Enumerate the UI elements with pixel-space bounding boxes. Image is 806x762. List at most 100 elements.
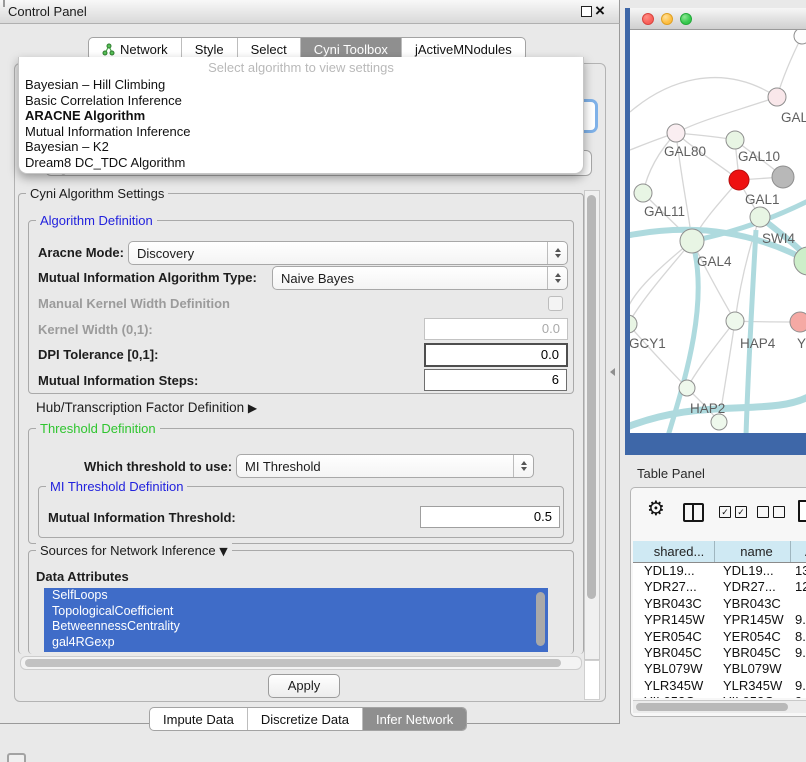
node-green-large[interactable]	[794, 247, 806, 275]
cell[interactable]: YLR345W	[715, 678, 791, 694]
settings-vscrollbar-thumb[interactable]	[587, 195, 596, 599]
cell[interactable]	[791, 661, 806, 677]
algorithm-option-selected[interactable]: ARACNE Algorithm	[19, 108, 583, 124]
cell[interactable]: 12	[791, 579, 806, 595]
table-row[interactable]: YLR345WYLR345W9.	[633, 678, 806, 694]
settings-hscrollbar[interactable]	[20, 656, 582, 670]
cell[interactable]: 9.	[791, 612, 806, 628]
sources-title[interactable]: Sources for Network Inference ▼	[36, 543, 232, 558]
network-canvas[interactable]: GAL GAL80 GAL10 GAL1 GAL11 SWI4 GAL4 GCY…	[630, 30, 806, 433]
dpi-tolerance-field[interactable]: 0.0	[424, 343, 568, 367]
hub-section-label[interactable]: Hub/Transcription Factor Definition ▶	[36, 400, 257, 415]
algorithm-option[interactable]: Basic Correlation Inference	[19, 93, 583, 109]
apply-button[interactable]: Apply	[268, 674, 340, 698]
node-partial-top[interactable]	[794, 30, 806, 44]
close-window-icon[interactable]	[642, 13, 654, 25]
cell[interactable]: YBR043C	[715, 596, 791, 612]
algorithm-option[interactable]: Dream8 DC_TDC Algorithm	[19, 155, 583, 171]
manual-kernel-checkbox[interactable]	[548, 296, 563, 311]
cell[interactable]: YPR145W	[633, 612, 715, 628]
attribute-item[interactable]: SelfLoops	[44, 588, 548, 604]
attribute-item[interactable]: BetweennessCentrality	[44, 619, 548, 635]
cell[interactable]: YER054C	[715, 629, 791, 645]
column-header-shared-name[interactable]: shared...	[633, 541, 715, 562]
file-icon[interactable]	[798, 500, 806, 522]
table-hscrollbar-thumb[interactable]	[636, 703, 788, 711]
cell[interactable]: YDR27...	[715, 579, 791, 595]
table-row[interactable]: YER054CYER054C8.	[633, 629, 806, 645]
node-gcy1[interactable]	[630, 315, 637, 333]
node-gal1[interactable]	[729, 170, 749, 190]
which-threshold-combo[interactable]: MI Threshold	[236, 454, 534, 478]
kernel-width-field[interactable]: 0.0	[424, 318, 568, 340]
settings-vscrollbar[interactable]	[584, 190, 600, 660]
table-row[interactable]: YBR043CYBR043C	[633, 596, 806, 612]
node-gal-partial[interactable]	[768, 88, 786, 106]
cell[interactable]: YIL052C	[633, 694, 715, 698]
mi-steps-field[interactable]: 6	[424, 369, 567, 391]
node-salmon[interactable]	[790, 312, 806, 332]
cell[interactable]: YPR145W	[715, 612, 791, 628]
gear-icon[interactable]: ⚙	[647, 496, 665, 520]
table-row[interactable]: YBL079WYBL079W	[633, 661, 806, 677]
cell[interactable]: YER054C	[633, 629, 715, 645]
cell[interactable]: YBR043C	[633, 596, 715, 612]
node-gal4[interactable]	[680, 229, 704, 253]
column-visibility-icon[interactable]	[683, 503, 704, 522]
data-attributes-list[interactable]: SelfLoops TopologicalCoefficient Between…	[44, 588, 548, 652]
cell[interactable]: 9	[791, 694, 806, 698]
zoom-window-icon[interactable]	[680, 13, 692, 25]
cell[interactable]: 13	[791, 563, 806, 579]
deselect-all-icon[interactable]	[773, 506, 785, 518]
table-hscrollbar[interactable]	[633, 700, 806, 713]
cell[interactable]	[791, 596, 806, 612]
network-graph[interactable]: GAL GAL80 GAL10 GAL1 GAL11 SWI4 GAL4 GCY…	[630, 30, 806, 433]
tab-impute-data[interactable]: Impute Data	[150, 708, 248, 730]
table-row[interactable]: YDR27...YDR27...12	[633, 579, 806, 595]
mi-threshold-field[interactable]: 0.5	[420, 506, 560, 528]
network-window-titlebar[interactable]	[630, 8, 806, 30]
cell[interactable]: 9.	[791, 645, 806, 661]
node-swi4[interactable]	[750, 207, 770, 227]
algorithm-option[interactable]: Bayesian – K2	[19, 139, 583, 155]
collapse-down-icon[interactable]: ▼	[219, 545, 227, 558]
table-row[interactable]: YBR045CYBR045C9.	[633, 645, 806, 661]
expand-right-icon[interactable]: ▶	[248, 401, 257, 415]
node-gal11[interactable]	[634, 184, 652, 202]
settings-hscrollbar-thumb[interactable]	[25, 659, 561, 667]
cell[interactable]: YDL19...	[715, 563, 791, 579]
cell[interactable]: YBR045C	[715, 645, 791, 661]
algorithm-option[interactable]: Mutual Information Inference	[19, 124, 583, 140]
cell[interactable]: YBL079W	[633, 661, 715, 677]
cell[interactable]: 9.	[791, 678, 806, 694]
attribute-item[interactable]: gal4RGexp	[44, 635, 548, 651]
column-header-name[interactable]: name	[715, 541, 791, 562]
deselect-all-icon[interactable]	[757, 506, 769, 518]
attribute-item[interactable]: TopologicalCoefficient	[44, 604, 548, 620]
minimize-window-icon[interactable]	[661, 13, 673, 25]
node-gray[interactable]	[772, 166, 794, 188]
cell[interactable]: YBR045C	[633, 645, 715, 661]
table-row[interactable]: YPR145WYPR145W9.	[633, 612, 806, 628]
table-row-partial[interactable]: YIL052CYIL052C9	[633, 694, 806, 698]
select-all-icon[interactable]: ✓	[735, 506, 747, 518]
node-hap4[interactable]	[726, 312, 744, 330]
cell[interactable]: YLR345W	[633, 678, 715, 694]
cell[interactable]: YDR27...	[633, 579, 715, 595]
cell[interactable]: YBL079W	[715, 661, 791, 677]
float-window-icon[interactable]	[581, 6, 592, 17]
close-panel-icon[interactable]: ×	[595, 0, 605, 22]
column-header-partial[interactable]: A	[791, 541, 806, 562]
node-gal10[interactable]	[726, 131, 744, 149]
node-gal80[interactable]	[667, 124, 685, 142]
node-partial-bottom[interactable]	[711, 414, 727, 430]
algorithm-option[interactable]: Bayesian – Hill Climbing	[19, 77, 583, 93]
panel-splitter-handle[interactable]	[610, 368, 615, 376]
cell[interactable]: 8.	[791, 629, 806, 645]
control-panel-titlebar[interactable]: Control Panel ×	[0, 0, 620, 24]
floating-panel-icon[interactable]	[7, 753, 26, 762]
node-hap2[interactable]	[679, 380, 695, 396]
mi-algorithm-type-combo[interactable]: Naive Bayes	[272, 266, 568, 290]
select-all-icon[interactable]: ✓	[719, 506, 731, 518]
cell[interactable]: YDL19...	[633, 563, 715, 579]
